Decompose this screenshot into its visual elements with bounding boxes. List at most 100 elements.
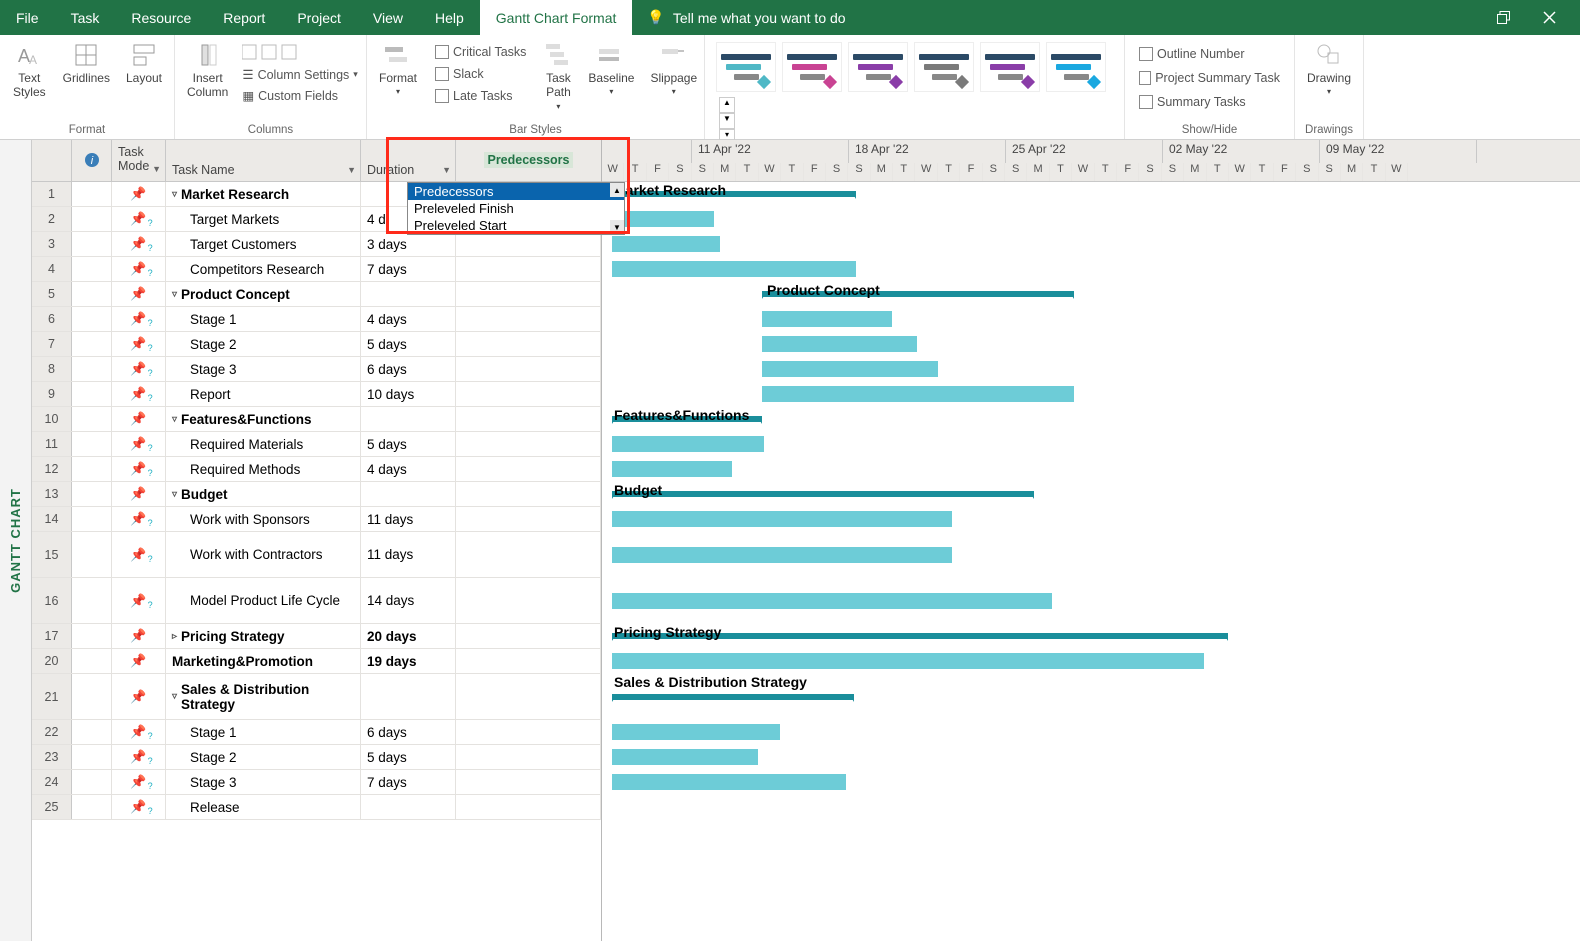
expand-icon[interactable]: ▹ — [172, 631, 177, 642]
predecessors-cell[interactable] — [456, 307, 601, 331]
table-row[interactable]: 11 📌 Required Materials 5 days — [32, 432, 601, 457]
task-name-cell[interactable]: Stage 2 — [166, 745, 361, 769]
tab-view[interactable]: View — [357, 0, 419, 35]
tab-project[interactable]: Project — [281, 0, 357, 35]
task-name-cell[interactable]: Target Markets — [166, 207, 361, 231]
duration-cell[interactable] — [361, 482, 456, 506]
predecessors-cell[interactable] — [456, 232, 601, 256]
close-window-button[interactable] — [1540, 9, 1558, 27]
task-mode-cell[interactable]: 📌 — [112, 720, 166, 744]
predecessors-cell[interactable] — [456, 282, 601, 306]
insert-column-button[interactable]: Insert Column — [181, 37, 234, 104]
gantt-summary-bar[interactable] — [612, 694, 854, 700]
restore-window-button[interactable] — [1494, 9, 1512, 27]
dropdown-option[interactable]: Preleveled Finish — [408, 200, 624, 217]
gantt-task-bar[interactable] — [612, 593, 1052, 609]
row-number-cell[interactable]: 17 — [32, 624, 72, 648]
row-number-cell[interactable]: 2 — [32, 207, 72, 231]
duration-cell[interactable] — [361, 674, 456, 719]
gantt-task-bar[interactable] — [612, 547, 952, 563]
row-number-cell[interactable]: 23 — [32, 745, 72, 769]
gantt-task-bar[interactable] — [762, 361, 938, 377]
row-number-cell[interactable]: 5 — [32, 282, 72, 306]
task-name-cell[interactable]: Work with Contractors — [166, 532, 361, 577]
duration-cell[interactable]: 10 days — [361, 382, 456, 406]
task-mode-cell[interactable]: 📌 — [112, 624, 166, 648]
late-tasks-checkbox[interactable]: Late Tasks — [431, 87, 530, 105]
table-row[interactable]: 23 📌 Stage 2 5 days — [32, 745, 601, 770]
gantt-task-bar[interactable] — [612, 236, 720, 252]
predecessors-cell[interactable] — [456, 507, 601, 531]
predecessors-cell[interactable] — [456, 457, 601, 481]
dropdown-option[interactable]: Preleveled Start — [408, 217, 624, 234]
expand-icon[interactable]: ▿ — [172, 691, 177, 702]
duration-cell[interactable]: 6 days — [361, 720, 456, 744]
task-name-cell[interactable]: Release — [166, 795, 361, 819]
predecessors-cell[interactable] — [456, 382, 601, 406]
table-row[interactable]: 20 📌 Marketing&Promotion 19 days — [32, 649, 601, 674]
duration-cell[interactable]: 11 days — [361, 532, 456, 577]
tab-task[interactable]: Task — [55, 0, 116, 35]
gantt-chart-side-label[interactable]: GANTT CHART — [0, 140, 32, 941]
row-number-cell[interactable]: 3 — [32, 232, 72, 256]
slack-checkbox[interactable]: Slack — [431, 65, 530, 83]
gantt-summary-bar[interactable] — [612, 491, 1034, 497]
scroll-up-button[interactable]: ▲ — [610, 183, 624, 197]
task-name-cell[interactable]: Marketing&Promotion — [166, 649, 361, 673]
predecessors-cell[interactable] — [456, 432, 601, 456]
expand-icon[interactable]: ▿ — [172, 189, 177, 200]
baseline-button[interactable]: Baseline▾ — [582, 37, 640, 101]
table-row[interactable]: 14 📌 Work with Sponsors 11 days — [32, 507, 601, 532]
row-number-cell[interactable]: 11 — [32, 432, 72, 456]
task-mode-cell[interactable]: 📌 — [112, 332, 166, 356]
task-name-cell[interactable]: Target Customers — [166, 232, 361, 256]
task-mode-cell[interactable]: 📌 — [112, 207, 166, 231]
gantt-task-bar[interactable] — [762, 311, 892, 327]
row-number-cell[interactable]: 24 — [32, 770, 72, 794]
table-row[interactable]: 3 📌 Target Customers 3 days — [32, 232, 601, 257]
layout-button[interactable]: Layout — [120, 37, 168, 89]
critical-tasks-checkbox[interactable]: Critical Tasks — [431, 43, 530, 61]
format-dropdown-button[interactable]: Format ▾ — [373, 37, 423, 101]
gantt-task-bar[interactable] — [612, 261, 856, 277]
predecessors-cell[interactable] — [456, 357, 601, 381]
task-name-cell[interactable]: Stage 3 — [166, 770, 361, 794]
gantt-task-bar[interactable] — [612, 749, 758, 765]
task-mode-cell[interactable]: 📌 — [112, 257, 166, 281]
swatch-scroll-up[interactable]: ▲ — [719, 97, 735, 113]
task-mode-cell[interactable]: 📌 — [112, 232, 166, 256]
row-number-cell[interactable]: 8 — [32, 357, 72, 381]
task-name-header[interactable]: Task Name▼ — [166, 140, 361, 181]
predecessors-cell[interactable] — [456, 482, 601, 506]
task-path-button[interactable]: Task Path▾ — [538, 37, 578, 115]
predecessors-cell[interactable] — [456, 532, 601, 577]
task-name-cell[interactable]: ▿Sales & Distribution Strategy — [166, 674, 361, 719]
gantt-style-swatch[interactable] — [716, 42, 776, 92]
table-row[interactable]: 24 📌 Stage 3 7 days — [32, 770, 601, 795]
task-mode-cell[interactable]: 📌 — [112, 482, 166, 506]
gantt-task-bar[interactable] — [612, 774, 846, 790]
task-mode-cell[interactable]: 📌 — [112, 457, 166, 481]
expand-icon[interactable]: ▿ — [172, 414, 177, 425]
row-number-cell[interactable]: 14 — [32, 507, 72, 531]
task-name-cell[interactable]: ▿Budget — [166, 482, 361, 506]
task-mode-cell[interactable]: 📌 — [112, 307, 166, 331]
duration-cell[interactable]: 14 days — [361, 578, 456, 623]
table-row[interactable]: 13 📌 ▿Budget — [32, 482, 601, 507]
task-mode-cell[interactable]: 📌 — [112, 432, 166, 456]
duration-cell[interactable]: 19 days — [361, 649, 456, 673]
predecessors-cell[interactable] — [456, 578, 601, 623]
row-number-cell[interactable]: 1 — [32, 182, 72, 206]
table-row[interactable]: 12 📌 Required Methods 4 days — [32, 457, 601, 482]
column-settings-button[interactable]: ☰Column Settings ▾ — [238, 65, 361, 84]
task-name-cell[interactable]: ▿Market Research — [166, 182, 361, 206]
duration-cell[interactable]: 4 days — [361, 307, 456, 331]
task-mode-cell[interactable]: 📌 — [112, 532, 166, 577]
gridlines-button[interactable]: Gridlines — [57, 37, 116, 89]
expand-icon[interactable]: ▿ — [172, 289, 177, 300]
table-row[interactable]: 7 📌 Stage 2 5 days — [32, 332, 601, 357]
task-mode-cell[interactable]: 📌 — [112, 745, 166, 769]
row-number-cell[interactable]: 7 — [32, 332, 72, 356]
custom-fields-button[interactable]: ▦Custom Fields — [238, 86, 361, 105]
gantt-task-bar[interactable] — [612, 724, 780, 740]
